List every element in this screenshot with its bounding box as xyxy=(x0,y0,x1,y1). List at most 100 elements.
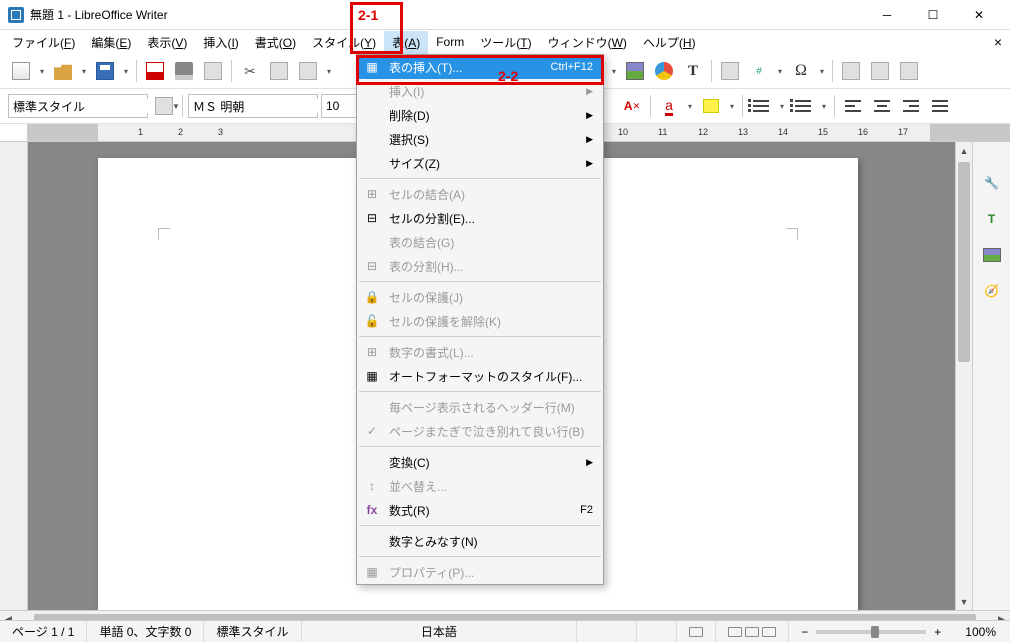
paragraph-style-input[interactable] xyxy=(13,99,168,113)
menu-help[interactable]: ヘルプ(H) xyxy=(635,31,704,54)
menu-item[interactable]: ⊟セルの分割(E)... xyxy=(357,206,603,230)
status-page[interactable]: ページ 1 / 1 xyxy=(0,621,87,642)
font-color-dropdown[interactable]: ▾ xyxy=(685,102,695,111)
menu-item[interactable]: 選択(S)▶ xyxy=(357,127,603,151)
menu-item: 挿入(I)▶ xyxy=(357,79,603,103)
new-button[interactable] xyxy=(8,58,34,84)
cut-button[interactable]: ✂ xyxy=(237,58,263,84)
sidebar: 🔧 T 🧭 xyxy=(972,142,1010,610)
menu-item-label: 数字とみなす(N) xyxy=(383,533,593,550)
insert-bookmark-button[interactable] xyxy=(896,58,922,84)
align-center-button[interactable] xyxy=(869,93,895,119)
insert-footnote-button[interactable] xyxy=(867,58,893,84)
paragraph-style-combo[interactable]: ▼ xyxy=(8,94,148,118)
navigator-panel-icon[interactable]: 🧭 xyxy=(981,280,1003,302)
bullet-list-button[interactable] xyxy=(748,93,774,119)
open-button[interactable] xyxy=(50,58,76,84)
insert-hyperlink-button[interactable] xyxy=(838,58,864,84)
field-dropdown[interactable]: ▾ xyxy=(775,67,785,76)
new-dropdown[interactable]: ▾ xyxy=(37,67,47,76)
menu-item[interactable]: fx数式(R)F2 xyxy=(357,498,603,522)
insert-symbol-button[interactable]: Ω xyxy=(788,58,814,84)
status-view-layout[interactable] xyxy=(716,621,789,642)
menu-item: ⊞数字の書式(L)... xyxy=(357,340,603,364)
vertical-ruler[interactable] xyxy=(0,142,28,610)
update-style-button[interactable] xyxy=(151,93,177,119)
gallery-panel-icon[interactable] xyxy=(981,244,1003,266)
paste-button[interactable] xyxy=(295,58,321,84)
highlight-button[interactable] xyxy=(698,93,724,119)
menu-file[interactable]: ファイル(F) xyxy=(4,31,83,54)
menu-item[interactable]: ▦オートフォーマットのスタイル(F)... xyxy=(357,364,603,388)
menu-edit[interactable]: 編集(E) xyxy=(83,31,139,54)
menu-style[interactable]: スタイル(Y) xyxy=(304,31,384,54)
zoom-in-button[interactable]: + xyxy=(934,625,941,639)
menu-window[interactable]: ウィンドウ(W) xyxy=(540,31,635,54)
scroll-up-icon[interactable]: ▲ xyxy=(956,142,972,159)
menu-item[interactable]: ▦表の挿入(T)...Ctrl+F12 xyxy=(357,55,603,79)
annotation-label-1: 2-1 xyxy=(358,7,378,23)
save-dropdown[interactable]: ▾ xyxy=(121,67,131,76)
insert-field-button[interactable]: # xyxy=(746,58,772,84)
status-insert-mode[interactable] xyxy=(577,621,637,642)
menu-item: ⊟表の分割(H)... xyxy=(357,254,603,278)
menu-form[interactable]: Form xyxy=(428,32,472,52)
maximize-button[interactable]: ☐ xyxy=(910,0,956,30)
zoom-out-button[interactable]: − xyxy=(801,625,808,639)
paste-dropdown[interactable]: ▾ xyxy=(324,67,334,76)
highlight-dropdown[interactable]: ▾ xyxy=(727,102,737,111)
save-button[interactable] xyxy=(92,58,118,84)
status-style[interactable]: 標準スタイル xyxy=(204,621,301,642)
menu-table[interactable]: 表(A) xyxy=(384,31,428,54)
status-wordcount[interactable]: 単語 0、文字数 0 xyxy=(87,621,204,642)
status-language[interactable]: 日本語 xyxy=(302,621,578,642)
menu-item[interactable]: 数字とみなす(N) xyxy=(357,529,603,553)
align-right-button[interactable] xyxy=(898,93,924,119)
menu-item[interactable]: サイズ(Z)▶ xyxy=(357,151,603,175)
open-dropdown[interactable]: ▾ xyxy=(79,67,89,76)
print-button[interactable] xyxy=(171,58,197,84)
menu-item-label: 数式(R) xyxy=(383,502,580,519)
export-pdf-button[interactable] xyxy=(142,58,168,84)
menu-item[interactable]: 変換(C)▶ xyxy=(357,450,603,474)
vertical-scrollbar[interactable]: ▲ ▼ xyxy=(955,142,972,610)
font-name-combo[interactable]: ▼ xyxy=(188,94,318,118)
number-format-icon: ⊞ xyxy=(361,345,383,359)
number-list-button[interactable] xyxy=(790,93,816,119)
insert-pagebreak-button[interactable] xyxy=(717,58,743,84)
menu-item: ▦プロパティ(P)... xyxy=(357,560,603,584)
menu-item-label: 選択(S) xyxy=(383,131,586,148)
table-dropdown[interactable]: ▾ xyxy=(609,67,619,76)
styles-panel-icon[interactable]: T xyxy=(981,208,1003,230)
zoom-controls: − + xyxy=(789,621,953,642)
insert-chart-button[interactable] xyxy=(651,58,677,84)
symbol-dropdown[interactable]: ▾ xyxy=(817,67,827,76)
status-selection-mode[interactable] xyxy=(637,621,677,642)
status-signature[interactable] xyxy=(677,621,716,642)
menu-format[interactable]: 書式(O) xyxy=(247,31,304,54)
document-close-button[interactable]: × xyxy=(994,34,1002,50)
zoom-slider[interactable] xyxy=(816,630,926,634)
align-left-button[interactable] xyxy=(840,93,866,119)
insert-textbox-button[interactable]: T xyxy=(680,58,706,84)
copy-button[interactable] xyxy=(266,58,292,84)
font-color-button[interactable]: a xyxy=(656,93,682,119)
menu-insert[interactable]: 挿入(I) xyxy=(195,31,246,54)
menu-item-label: セルの保護(J) xyxy=(383,289,593,306)
insert-image-button[interactable] xyxy=(622,58,648,84)
clear-formatting-button[interactable]: A✕ xyxy=(619,93,645,119)
window-title: 無題 1 - LibreOffice Writer xyxy=(30,6,864,23)
scroll-down-icon[interactable]: ▼ xyxy=(956,593,972,610)
close-button[interactable]: ✕ xyxy=(956,0,1002,30)
scrollbar-thumb[interactable] xyxy=(958,162,970,362)
properties-panel-icon[interactable]: 🔧 xyxy=(981,172,1003,194)
print-preview-button[interactable] xyxy=(200,58,226,84)
menu-view[interactable]: 表示(V) xyxy=(139,31,195,54)
menu-tools[interactable]: ツール(T) xyxy=(472,31,539,54)
menu-item-label: 挿入(I) xyxy=(383,83,586,100)
menu-item[interactable]: 削除(D)▶ xyxy=(357,103,603,127)
zoom-value[interactable]: 100% xyxy=(953,621,1010,642)
menu-item-label: セルの保護を解除(K) xyxy=(383,313,593,330)
align-justify-button[interactable] xyxy=(927,93,953,119)
minimize-button[interactable]: ─ xyxy=(864,0,910,30)
